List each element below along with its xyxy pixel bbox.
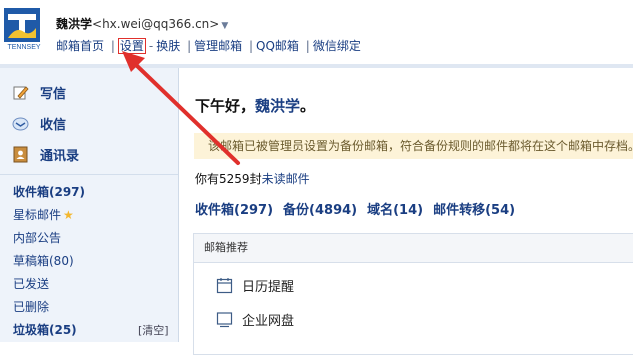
inbox-receive-icon <box>12 115 29 132</box>
backup-notice-text: 该邮箱已被管理员设置为备份邮箱，符合备份规则的邮件都将在这个邮箱中存档。 <box>208 139 633 153</box>
calendar-reminder-label: 日历提醒 <box>242 279 295 295</box>
clear-junk-link[interactable]: [清空] <box>138 322 169 338</box>
user-email: <hx.wei@qq366.cn> <box>92 17 220 31</box>
pencil-icon <box>12 84 29 101</box>
nav-separator: - <box>148 39 154 53</box>
sidebar: 写信 收信 通讯录 收件箱(297) 星标邮件 ★ 内部公告 草稿箱(80) 已发… <box>0 68 179 342</box>
nav-separator: | <box>187 39 192 53</box>
folder-starred[interactable]: 星标邮件 ★ <box>13 206 74 223</box>
stat-forward-link[interactable]: 邮件转移(54) <box>433 203 515 218</box>
netdisk-icon <box>216 311 233 328</box>
compose-button[interactable]: 写信 <box>12 82 66 102</box>
logo-mark-icon <box>4 8 40 42</box>
greeting-prefix: 下午好， <box>195 97 256 115</box>
unread-prefix: 你有 <box>195 172 220 186</box>
nav-wechat-link[interactable]: 微信绑定 <box>313 39 361 53</box>
unread-summary: 你有5259封未读邮件 <box>195 170 310 187</box>
recommend-panel-title: 邮箱推荐 <box>194 234 633 263</box>
user-identity: 魏洪学<hx.wei@qq366.cn> ▼ <box>56 15 228 32</box>
top-nav: 邮箱首页 | 设置 - 换肤 | 管理邮箱 | QQ邮箱 | 微信绑定 <box>56 37 361 54</box>
nav-home-link[interactable]: 邮箱首页 <box>56 39 104 53</box>
compose-label: 写信 <box>40 86 67 102</box>
folder-stats: 收件箱(297) 备份(4894) 域名(14) 邮件转移(54) <box>195 199 525 218</box>
star-icon: ★ <box>63 208 74 222</box>
address-book-icon <box>12 146 29 163</box>
calendar-reminder-link[interactable]: 日历提醒 <box>216 275 294 295</box>
folder-drafts[interactable]: 草稿箱(80) <box>13 252 74 269</box>
folder-deleted[interactable]: 已删除 <box>13 298 49 315</box>
stat-domain-link[interactable]: 域名(14) <box>367 203 423 218</box>
folder-starred-label: 星标邮件 <box>13 208 62 222</box>
nav-qqmail-link[interactable]: QQ邮箱 <box>256 39 299 53</box>
folder-inbox[interactable]: 收件箱(297) <box>13 183 85 200</box>
tennsey-logo: TENNSEY <box>4 8 41 54</box>
greeting-suffix: 。 <box>300 97 316 115</box>
nav-manage-link[interactable]: 管理邮箱 <box>194 39 242 53</box>
netdisk-link[interactable]: 企业网盘 <box>216 309 294 329</box>
unread-count: 5259 <box>219 172 250 186</box>
logo-wordmark: TENNSEY <box>7 44 41 51</box>
stat-inbox-link[interactable]: 收件箱(297) <box>195 203 273 218</box>
account-dropdown-icon[interactable]: ▼ <box>221 21 228 31</box>
unread-mid: 封 <box>249 172 262 186</box>
backup-notice-banner: 该邮箱已被管理员设置为备份邮箱，符合备份规则的邮件都将在这个邮箱中存档。 <box>194 133 633 159</box>
calendar-icon <box>216 277 233 294</box>
header: TENNSEY 魏洪学<hx.wei@qq366.cn> ▼ 邮箱首页 | 设置 - 换… <box>0 0 633 64</box>
contacts-label: 通讯录 <box>40 148 80 164</box>
greeting-username: 魏洪学 <box>255 97 301 115</box>
nav-separator: | <box>305 39 310 53</box>
folder-sent[interactable]: 已发送 <box>13 275 49 292</box>
greeting: 下午好，魏洪学。 <box>195 95 315 116</box>
recommend-panel: 邮箱推荐 日历提醒 企业网盘 <box>193 233 633 355</box>
main-content: 下午好，魏洪学。 该邮箱已被管理员设置为备份邮箱，符合备份规则的邮件都将在这个邮… <box>179 68 633 355</box>
sidebar-divider <box>0 174 178 175</box>
folder-junk[interactable]: 垃圾箱(25) <box>13 321 77 338</box>
folder-announcements[interactable]: 内部公告 <box>13 229 61 246</box>
receive-label: 收信 <box>40 117 67 133</box>
netdisk-label: 企业网盘 <box>242 313 295 329</box>
nav-skin-link[interactable]: 换肤 <box>156 39 180 53</box>
contacts-button[interactable]: 通讯录 <box>12 144 79 164</box>
nav-settings-link[interactable]: 设置 <box>117 38 146 54</box>
user-name: 魏洪学 <box>56 17 93 31</box>
receive-button[interactable]: 收信 <box>12 113 66 133</box>
unread-mail-link[interactable]: 未读邮件 <box>262 172 310 186</box>
nav-separator: | <box>248 39 254 53</box>
stat-backup-link[interactable]: 备份(4894) <box>283 203 357 218</box>
nav-separator: | <box>110 39 115 53</box>
